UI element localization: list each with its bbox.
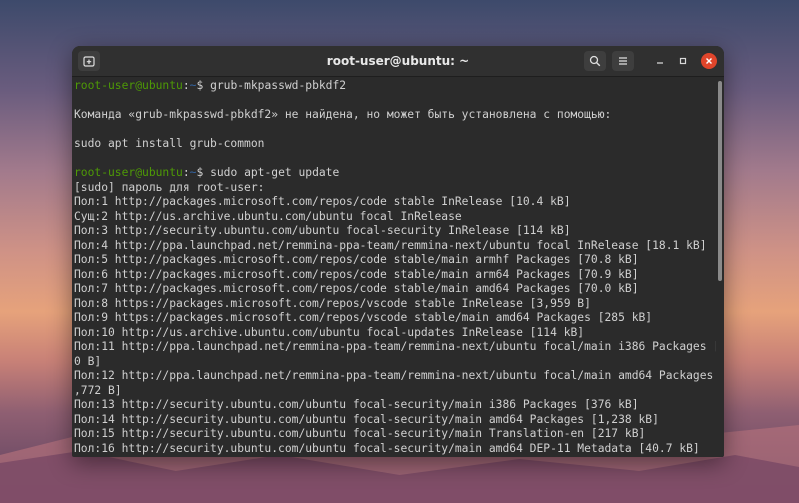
terminal-output-line: [sudo] пароль для root-user:: [74, 180, 265, 194]
terminal-output[interactable]: root-user@ubuntu:~$ grub-mkpasswd-pbkdf2…: [72, 77, 716, 457]
new-tab-icon: [83, 56, 95, 67]
terminal-output-line: Пол:13 http://security.ubuntu.com/ubuntu…: [74, 398, 639, 411]
hamburger-menu-icon: [619, 57, 627, 65]
terminal-output-line: ,772 B]: [74, 383, 122, 397]
terminal-output-line: 0 B]: [74, 354, 102, 368]
terminal-output-line: Пол:12 http://ppa.launchpad.net/remmina-…: [74, 369, 716, 382]
terminal-output-line: Пол:14 http://security.ubuntu.com/ubuntu…: [74, 412, 659, 426]
maximize-icon: [679, 57, 687, 65]
maximize-button[interactable]: [675, 53, 691, 69]
title-bar[interactable]: root-user@ubuntu: ~: [72, 46, 724, 77]
terminal-prompt-line: root-user@ubuntu:~$ sudo apt-get update: [74, 166, 716, 181]
terminal-output-line: Пол:4 http://ppa.launchpad.net/remmina-p…: [74, 238, 707, 252]
scrollbar-thumb[interactable]: [718, 81, 722, 281]
terminal-output-line: sudo apt install grub-common: [74, 137, 265, 150]
close-button[interactable]: [701, 53, 717, 69]
terminal-prompt-line: root-user@ubuntu:~$ grub-mkpasswd-pbkdf2: [74, 79, 716, 94]
search-icon: [589, 55, 601, 67]
prompt-command: grub-mkpasswd-pbkdf2: [210, 79, 347, 92]
prompt-symbol: $: [196, 166, 211, 179]
prompt-separator: :: [182, 166, 190, 179]
terminal-output-line: Сущ:2 http://us.archive.ubuntu.com/ubunt…: [74, 209, 462, 223]
terminal-output-line: Пол:8 https://packages.microsoft.com/rep…: [74, 296, 591, 310]
terminal-output-line: Пол:15 http://security.ubuntu.com/ubuntu…: [74, 427, 646, 440]
minimize-button[interactable]: [652, 53, 668, 69]
terminal-output-line: Пол:6 http://packages.microsoft.com/repo…: [74, 267, 639, 281]
new-tab-button[interactable]: [78, 51, 100, 71]
prompt-symbol: $: [196, 79, 211, 92]
terminal-output-line: Пол:10 http://us.archive.ubuntu.com/ubun…: [74, 325, 585, 339]
terminal-output-line: Пол:7 http://packages.microsoft.com/repo…: [74, 282, 639, 295]
terminal-output-line: Команда «grub-mkpasswd-pbkdf2» не найден…: [74, 108, 612, 121]
minimize-icon: [657, 62, 663, 64]
scrollbar[interactable]: [717, 77, 723, 457]
prompt-user-host: root-user@ubuntu: [74, 79, 183, 92]
terminal-output-line: Пол:16 http://security.ubuntu.com/ubuntu…: [74, 441, 700, 455]
prompt-user-host: root-user@ubuntu: [74, 166, 183, 179]
terminal-output-line: Пол:1 http://packages.microsoft.com/repo…: [74, 195, 571, 208]
search-button[interactable]: [584, 51, 606, 71]
menu-button[interactable]: [612, 51, 634, 71]
terminal-output-line: Пол:3 http://security.ubuntu.com/ubuntu …: [74, 224, 571, 237]
terminal-window[interactable]: root-user@ubuntu: ~ root-user@ubuntu:~$ …: [72, 46, 724, 457]
close-icon: [706, 58, 712, 64]
prompt-separator: :: [182, 79, 190, 92]
prompt-command: sudo apt-get update: [210, 166, 340, 179]
terminal-output-line: Пол:11 http://ppa.launchpad.net/remmina-…: [74, 340, 716, 353]
terminal-output-line: Пол:9 https://packages.microsoft.com/rep…: [74, 311, 653, 324]
terminal-output-line: Пол:5 http://packages.microsoft.com/repo…: [74, 253, 639, 266]
